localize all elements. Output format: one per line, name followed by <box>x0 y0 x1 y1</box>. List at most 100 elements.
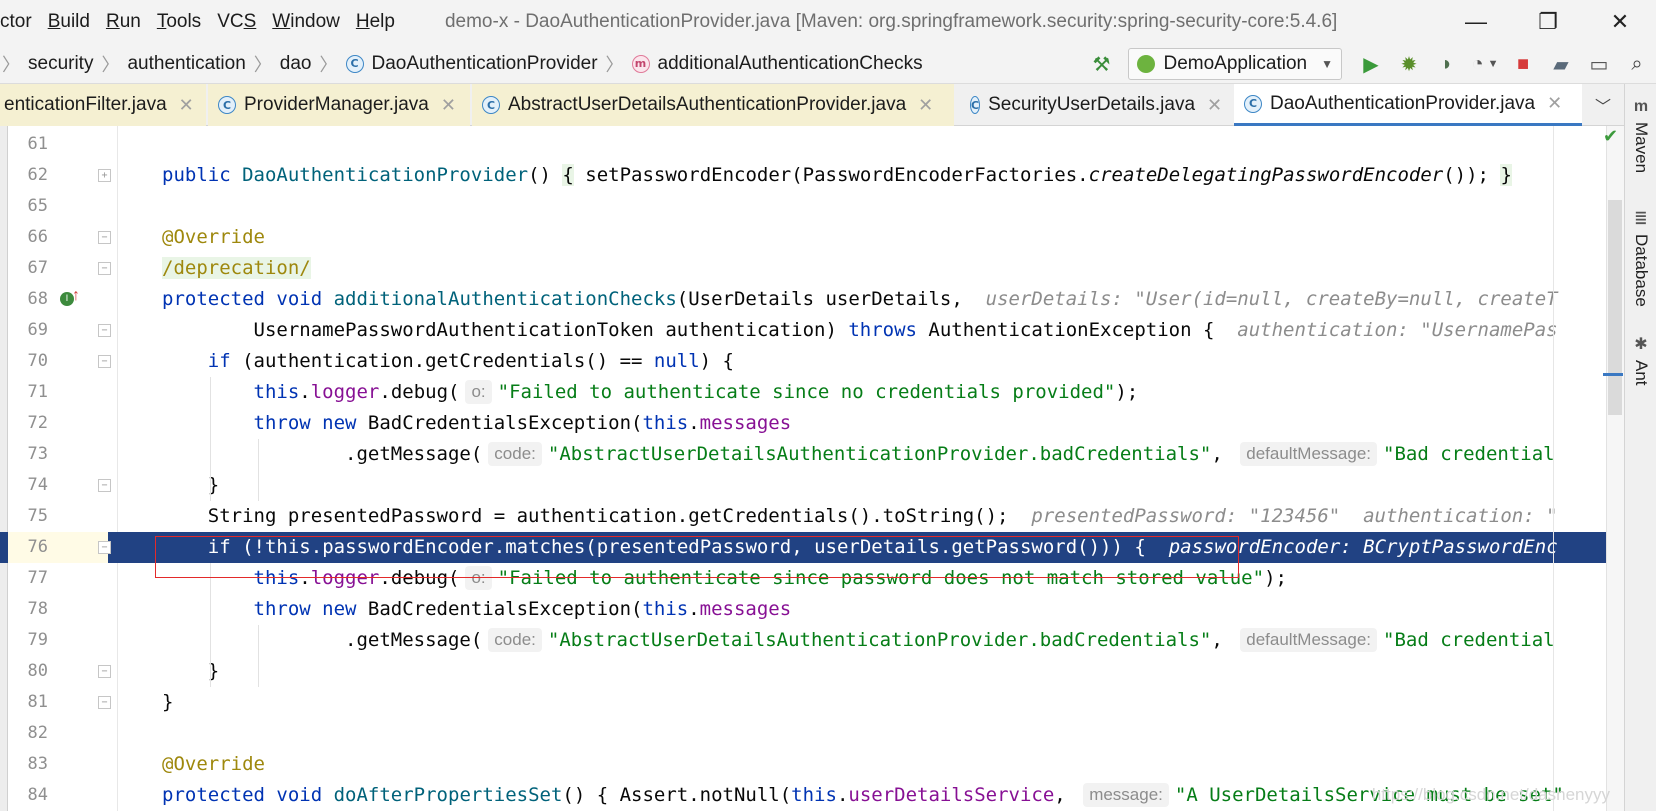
close-icon[interactable]: ✕ <box>441 95 456 116</box>
menu-tools[interactable]: Tools <box>149 11 209 33</box>
code-text[interactable]: /deprecation/ <box>162 253 311 284</box>
code-line[interactable]: 73 .getMessage(code: "AbstractUserDetails… <box>0 439 1624 470</box>
close-icon[interactable]: ✕ <box>1547 93 1562 114</box>
code-line[interactable]: 79 .getMessage(code: "AbstractUserDetails… <box>0 625 1624 656</box>
inspection-ok-check-icon[interactable]: ✔ <box>1603 126 1618 147</box>
close-window-button[interactable]: ✕ <box>1584 0 1656 44</box>
close-icon[interactable]: ✕ <box>1207 95 1222 116</box>
tab-security-user-details[interactable]: C SecurityUserDetails.java ✕ <box>960 84 1230 126</box>
code-text[interactable]: .getMessage(code: "AbstractUserDetailsAut… <box>162 439 1555 470</box>
code-text[interactable]: if (!this.passwordEncoder.matches(presen… <box>162 532 1558 563</box>
line-number[interactable]: 78 <box>8 594 48 625</box>
tab-list-chevron-icon[interactable]: ﹀ <box>1588 84 1618 126</box>
line-number[interactable]: 84 <box>8 780 48 811</box>
code-line[interactable]: 78 throw new BadCredentialsException(thi… <box>0 594 1624 625</box>
line-number[interactable]: 67 <box>8 253 48 284</box>
breadcrumb-dao[interactable]: dao <box>280 53 312 75</box>
code-line[interactable]: 75 String presentedPassword = authentica… <box>0 501 1624 532</box>
minimize-button[interactable]: — <box>1440 0 1512 44</box>
line-number[interactable]: 66 <box>8 222 48 253</box>
database-tool-button[interactable]: ≣ Database <box>1625 208 1656 307</box>
menu-refactor[interactable]: ctor <box>0 11 40 33</box>
line-number[interactable]: 76 <box>8 532 48 563</box>
line-number[interactable]: 61 <box>8 129 48 160</box>
fold-toggle-icon[interactable]: − <box>98 324 111 337</box>
layout-icon[interactable]: ▭ <box>1582 47 1616 81</box>
fold-toggle-icon[interactable]: − <box>98 696 111 709</box>
close-icon[interactable]: ✕ <box>179 95 194 116</box>
menu-window[interactable]: Window <box>264 11 348 33</box>
code-line[interactable]: 82 <box>0 718 1624 749</box>
line-number[interactable]: 77 <box>8 563 48 594</box>
fold-toggle-icon[interactable]: − <box>98 541 111 554</box>
code-text[interactable]: UsernamePasswordAuthenticationToken auth… <box>162 315 1558 346</box>
stop-icon[interactable]: ■ <box>1506 47 1540 81</box>
line-number[interactable]: 72 <box>8 408 48 439</box>
code-text[interactable]: protected void additionalAuthenticationC… <box>162 284 1558 315</box>
line-number[interactable]: 79 <box>8 625 48 656</box>
code-text[interactable]: @Override <box>162 749 265 780</box>
code-line[interactable]: 68 I ↑ protected void additionalAuthenticat… <box>0 284 1624 315</box>
code-text[interactable]: .getMessage(code: "AbstractUserDetailsAut… <box>162 625 1555 656</box>
breadcrumb-security[interactable]: security <box>28 53 93 75</box>
close-icon[interactable]: ✕ <box>918 95 933 116</box>
code-line[interactable]: 71 this.logger.debug(o: "Failed to authen… <box>0 377 1624 408</box>
line-number[interactable]: 68 <box>8 284 48 315</box>
line-number[interactable]: 69 <box>8 315 48 346</box>
run-configuration-select[interactable]: DemoApplication ▼ <box>1128 48 1342 80</box>
fold-toggle-icon[interactable]: − <box>98 262 111 275</box>
code-line[interactable]: 74− } <box>0 470 1624 501</box>
run-icon[interactable]: ▶ <box>1354 47 1388 81</box>
code-text[interactable]: if (authentication.getCredentials() == n… <box>162 346 734 377</box>
build-hammer-icon[interactable]: ⚒ <box>1084 47 1118 81</box>
code-text[interactable]: throw new BadCredentialsException(this.m… <box>162 594 792 625</box>
line-number[interactable]: 62 <box>8 160 48 191</box>
code-line[interactable]: 81 −} <box>0 687 1624 718</box>
code-line[interactable]: 77 this.logger.debug(o: "Failed to authen… <box>0 563 1624 594</box>
fold-toggle-icon[interactable]: − <box>98 665 111 678</box>
project-structure-icon[interactable]: ▰ <box>1544 47 1578 81</box>
code-text[interactable]: @Override <box>162 222 265 253</box>
line-number[interactable]: 75 <box>8 501 48 532</box>
code-text[interactable]: String presentedPassword = authenticatio… <box>162 501 1558 532</box>
code-line[interactable]: 83 @Override <box>0 749 1624 780</box>
breadcrumb-class[interactable]: C DaoAuthenticationProvider <box>345 53 598 75</box>
maven-tool-button[interactable]: m Maven <box>1625 98 1656 173</box>
code-text[interactable]: } <box>162 687 173 718</box>
restore-button[interactable]: ❐ <box>1512 0 1584 44</box>
code-line[interactable]: 69 − UsernamePasswordAuthenticationToken … <box>0 315 1624 346</box>
code-text[interactable]: throw new BadCredentialsException(this.m… <box>162 408 792 439</box>
code-line[interactable]: 62 + public DaoAuthenticationProvider() { … <box>0 160 1624 191</box>
code-line[interactable]: 72 throw new BadCredentialsException(thi… <box>0 408 1624 439</box>
line-number[interactable]: 71 <box>8 377 48 408</box>
menu-help[interactable]: Help <box>348 11 403 33</box>
tab-provider-manager[interactable]: C ProviderManager.java ✕ <box>208 84 470 126</box>
tab-abstract-user-details-provider[interactable]: C AbstractUserDetailsAuthenticationProvi… <box>472 84 954 126</box>
menu-build[interactable]: Build <box>40 11 98 33</box>
code-line[interactable]: 65 <box>0 191 1624 222</box>
fold-toggle-icon[interactable]: − <box>98 355 111 368</box>
tab-dao-authentication-provider[interactable]: C DaoAuthenticationProvider.java ✕ <box>1234 84 1582 126</box>
code-line[interactable]: 76 − if (!this.passwordEncoder.matches(pr… <box>0 532 1624 563</box>
fold-toggle-icon[interactable]: + <box>98 169 111 182</box>
code-line[interactable]: 66 − @Override <box>0 222 1624 253</box>
code-line[interactable]: 61 <box>0 129 1624 160</box>
code-line[interactable]: 80− } <box>0 656 1624 687</box>
profile-icon[interactable]: ◔ ▼ <box>1468 47 1502 81</box>
coverage-icon[interactable]: ◗ <box>1430 47 1464 81</box>
code-line[interactable]: 67 − /deprecation/ <box>0 253 1624 284</box>
tab-authentication-filter[interactable]: enticationFilter.java ✕ <box>0 84 206 126</box>
debug-icon[interactable]: ✹ <box>1392 47 1426 81</box>
overrides-arrow-icon[interactable]: ↑ <box>72 287 80 305</box>
line-number[interactable]: 82 <box>8 718 48 749</box>
fold-toggle-icon[interactable]: − <box>98 231 111 244</box>
breadcrumb-method[interactable]: m additionalAuthenticationChecks <box>631 53 923 75</box>
breadcrumb-authentication[interactable]: authentication <box>127 53 245 75</box>
line-number[interactable]: 73 <box>8 439 48 470</box>
menu-run[interactable]: Run <box>98 11 149 33</box>
scrollbar-thumb[interactable] <box>1608 200 1622 415</box>
code-text[interactable]: protected void doAfterPropertiesSet() { … <box>162 780 1564 811</box>
line-number[interactable]: 65 <box>8 191 48 222</box>
code-text[interactable]: this.logger.debug(o: "Failed to authentic… <box>162 563 1287 594</box>
code-text[interactable]: this.logger.debug(o: "Failed to authentic… <box>162 377 1138 408</box>
